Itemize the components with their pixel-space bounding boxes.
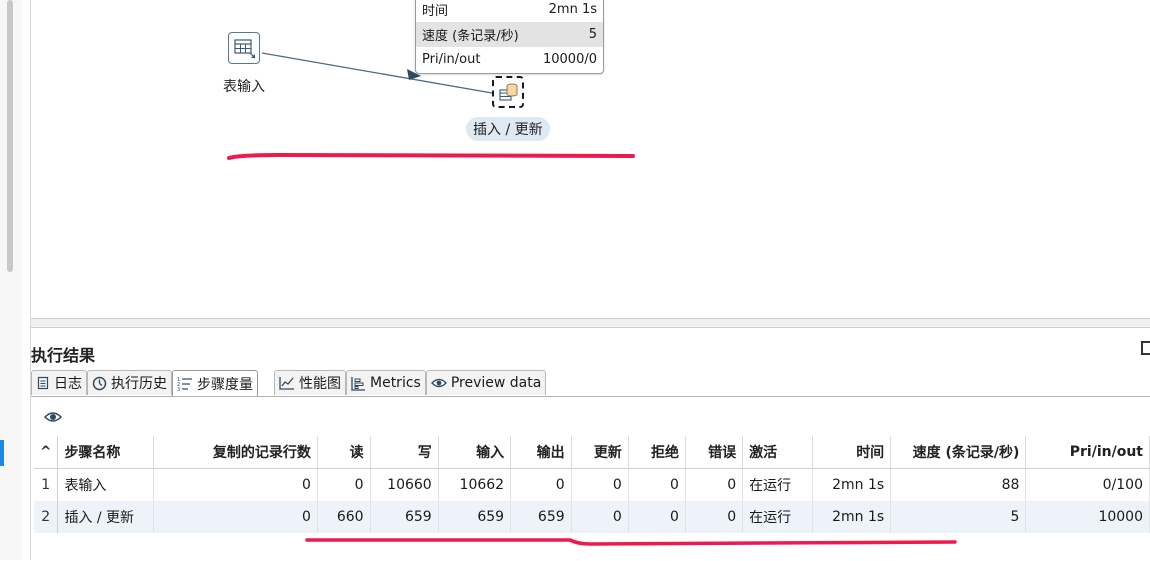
tab-step-metrics[interactable]: 1 2 3 步骤度量 <box>172 370 258 397</box>
svg-text:3: 3 <box>177 387 180 392</box>
table-cell: 0 <box>317 468 371 501</box>
table-cell: 在运行 <box>742 501 814 533</box>
tab-label: Preview data <box>450 375 542 391</box>
column-header[interactable]: 时间 <box>812 436 892 469</box>
view-button-eye-icon[interactable] <box>43 407 63 427</box>
table-cell: 2mn 1s <box>812 468 892 501</box>
log-icon <box>37 376 49 390</box>
eye-icon <box>430 378 447 388</box>
tab-history[interactable]: 执行历史 <box>87 370 172 395</box>
tab-log[interactable]: 日志 <box>31 370 87 395</box>
column-header[interactable]: 输入 <box>438 436 512 469</box>
table-cell: 2mn 1s <box>812 501 892 533</box>
execution-results-title: 执行结果 <box>31 346 96 365</box>
table-cell: 0 <box>628 468 686 501</box>
maximize-panel-icon[interactable] <box>1141 341 1150 355</box>
panel-splitter[interactable] <box>31 318 1150 328</box>
table-cell: 5 <box>890 501 1027 533</box>
tab-label: 步骤度量 <box>197 377 253 393</box>
table-cell: 88 <box>890 468 1027 501</box>
annotation-underline-bottom <box>305 538 957 546</box>
tab-label: 日志 <box>54 376 82 392</box>
column-header[interactable]: 更新 <box>571 436 629 469</box>
performance-chart-icon <box>279 377 294 390</box>
table-cell: 659 <box>370 501 439 533</box>
column-header[interactable]: 写 <box>370 436 439 469</box>
column-header[interactable]: 错误 <box>685 436 744 469</box>
column-header[interactable]: 速度 (条记录/秒) <box>890 436 1027 469</box>
tab-preview-data[interactable]: Preview data <box>425 370 547 395</box>
column-header[interactable]: 步骤名称 <box>57 436 155 469</box>
table-cell: 表输入 <box>57 468 155 501</box>
table-cell: 插入 / 更新 <box>57 501 155 533</box>
table-cell: 0 <box>510 468 572 501</box>
table-cell: 659 <box>510 501 572 533</box>
table-cell: 10662 <box>438 468 512 501</box>
table-row[interactable]: 2 插入 / 更新 0 660 659 659 659 0 0 0 在运行 2m… <box>34 501 1150 533</box>
table-cell: 0 <box>153 501 318 533</box>
table-cell: 0/100 <box>1025 468 1150 501</box>
table-cell: 0 <box>685 468 744 501</box>
step-metrics-icon: 1 2 3 <box>177 377 192 392</box>
left-selection-marker <box>0 440 4 466</box>
tab-label: 执行历史 <box>111 376 167 392</box>
row-number: 2 <box>34 501 59 533</box>
table-row[interactable]: 1 表输入 0 0 10660 10662 0 0 0 0 在运行 2mn 1s… <box>34 468 1150 501</box>
tab-metrics[interactable]: Metrics <box>346 370 426 395</box>
tab-performance-chart[interactable]: 性能图 <box>274 370 346 395</box>
tab-label: Metrics <box>370 375 421 391</box>
table-cell: 10660 <box>370 468 439 501</box>
table-cell: 0 <box>571 501 629 533</box>
table-cell: 0 <box>153 468 318 501</box>
column-header[interactable]: 激活 <box>742 436 814 469</box>
column-header[interactable]: Pri/in/out <box>1025 436 1150 469</box>
column-header[interactable]: 读 <box>317 436 371 469</box>
column-header[interactable]: 拒绝 <box>628 436 686 469</box>
table-cell: 0 <box>685 501 744 533</box>
table-cell: 10000 <box>1025 501 1150 533</box>
table-header-row: ^ 步骤名称 复制的记录行数 读 写 输入 输出 更新 拒绝 错误 激活 时间 … <box>34 436 1150 469</box>
table-cell: 660 <box>317 501 371 533</box>
table-cell: 0 <box>628 501 686 533</box>
table-cell: 659 <box>438 501 512 533</box>
row-number: 1 <box>34 468 59 501</box>
column-header[interactable]: 输出 <box>510 436 572 469</box>
sort-indicator-icon[interactable]: ^ <box>34 436 59 469</box>
annotation-underline-top <box>227 152 635 160</box>
metrics-icon <box>351 376 365 391</box>
table-cell: 0 <box>571 468 629 501</box>
table-cell: 在运行 <box>742 468 814 501</box>
step-metrics-table: ^ 步骤名称 复制的记录行数 读 写 输入 输出 更新 拒绝 错误 激活 时间 … <box>34 436 1150 533</box>
column-header[interactable]: 复制的记录行数 <box>153 436 318 469</box>
tab-label: 性能图 <box>299 376 341 392</box>
history-icon <box>92 376 107 390</box>
results-tabbar: 日志 执行历史 1 2 3 步骤度量 性能图 Metrics Preview d… <box>31 370 547 397</box>
